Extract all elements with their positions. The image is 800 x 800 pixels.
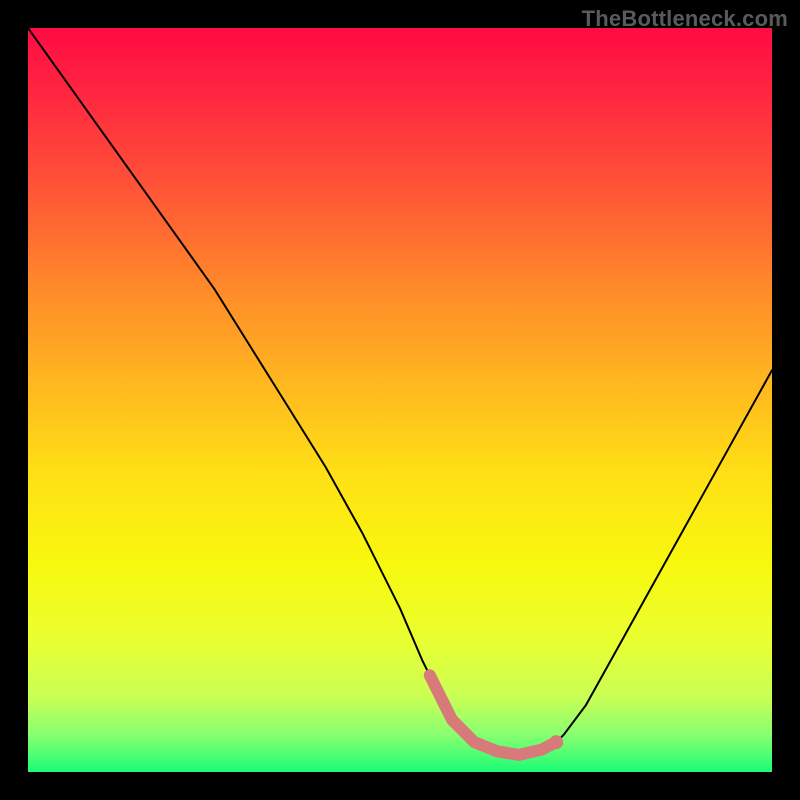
plot-area bbox=[28, 28, 772, 772]
optimal-end-dot bbox=[549, 735, 563, 749]
gradient-background bbox=[28, 28, 772, 772]
chart-svg bbox=[28, 28, 772, 772]
chart-frame: TheBottleneck.com bbox=[0, 0, 800, 800]
